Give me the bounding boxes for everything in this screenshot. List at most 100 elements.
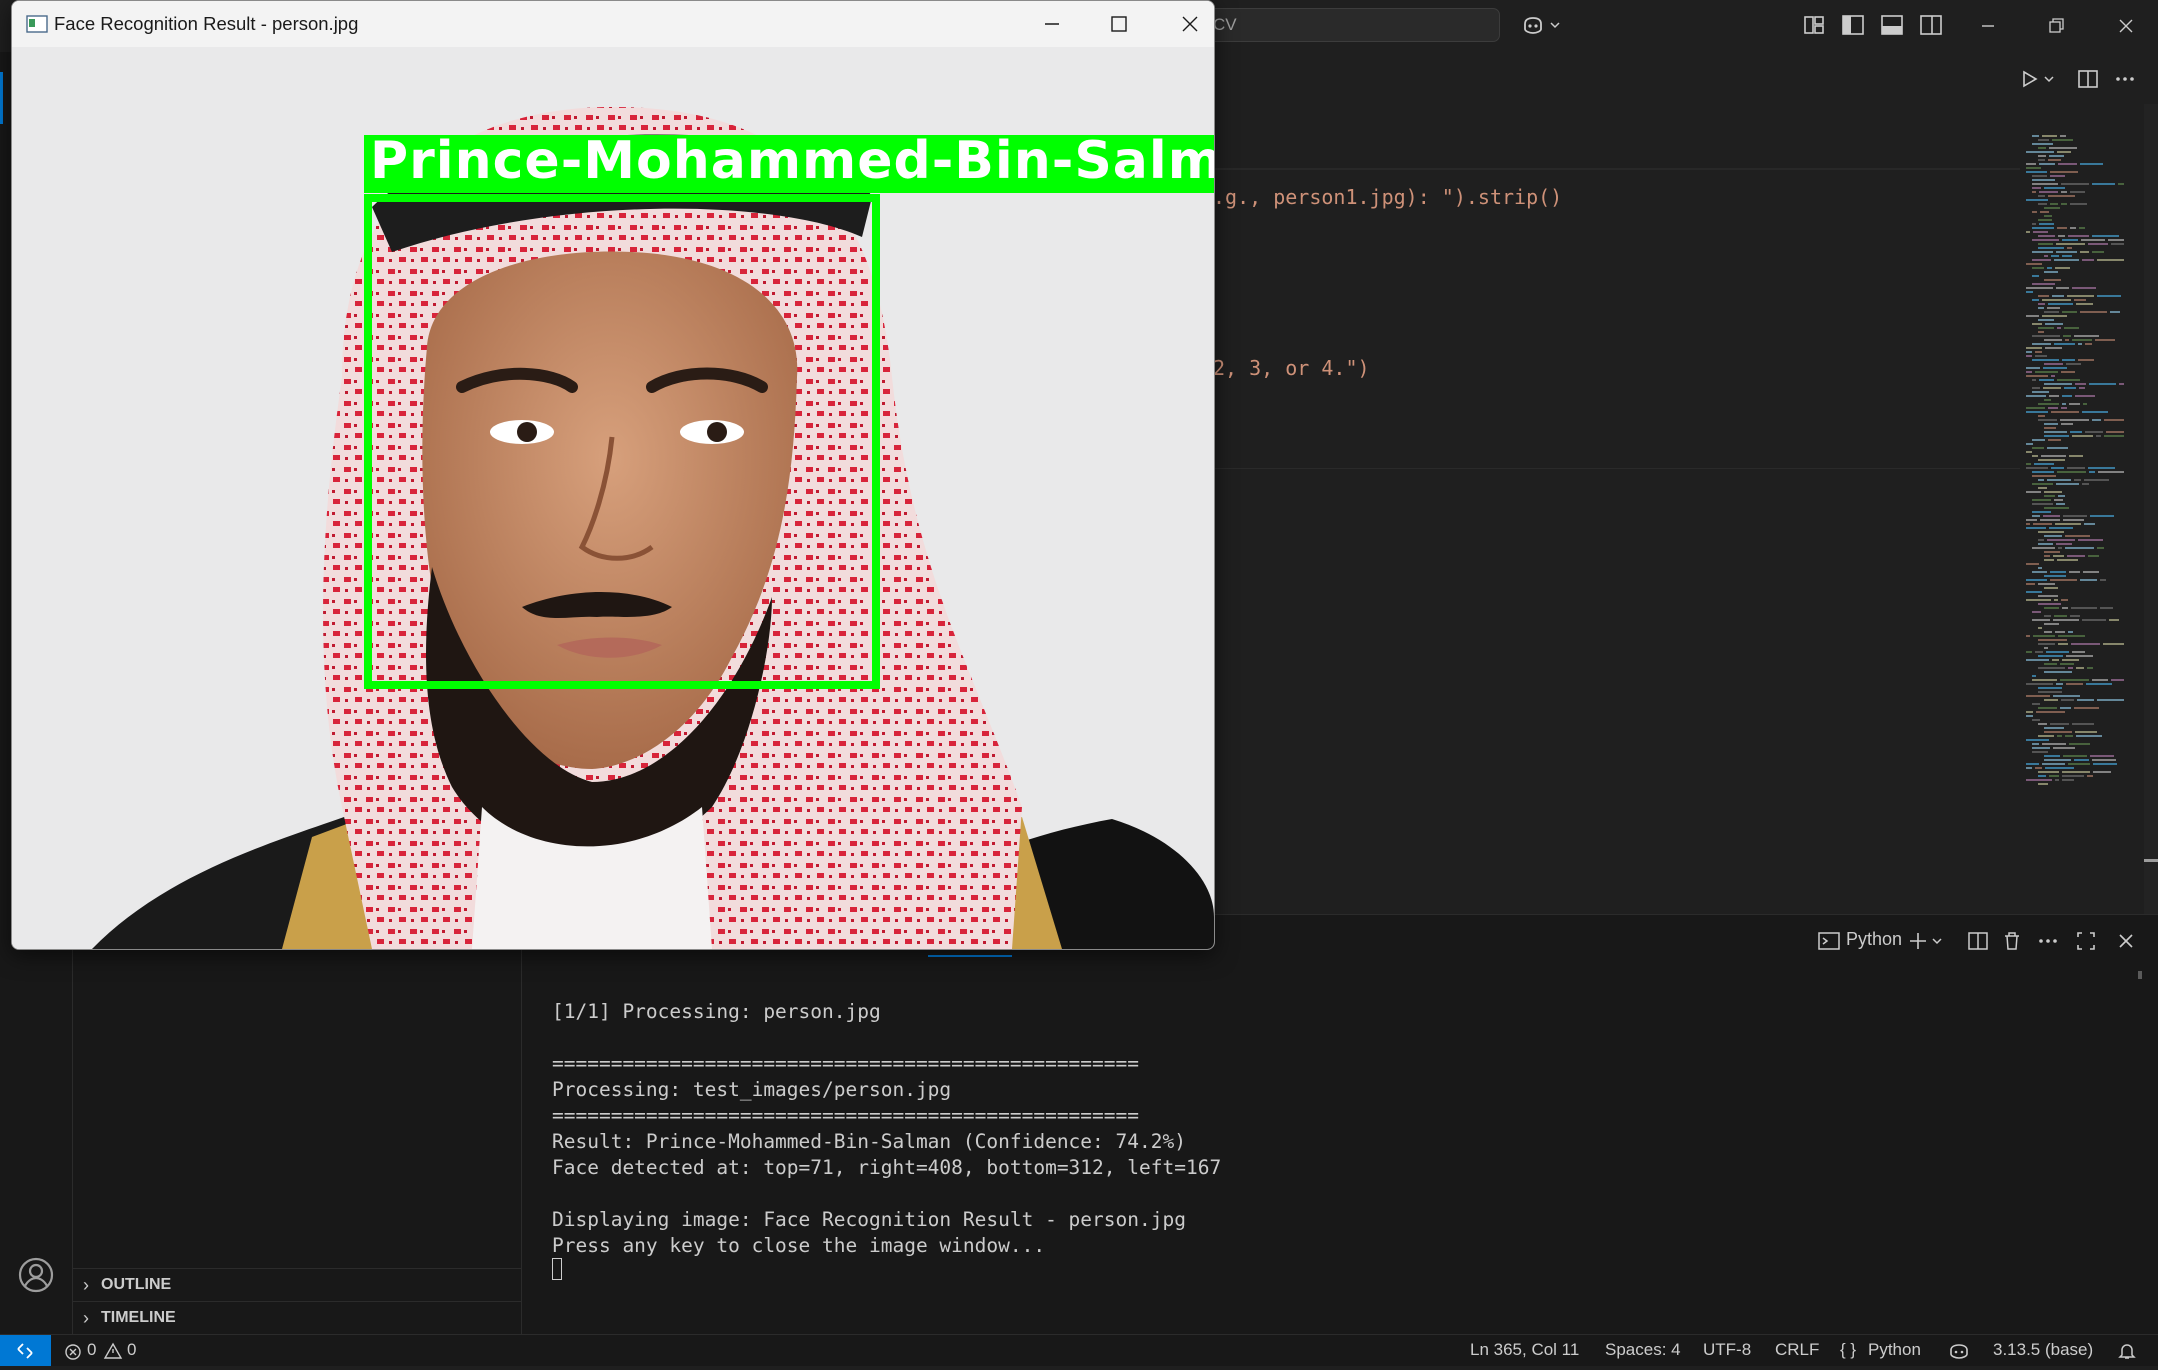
minimap-line [2032,191,2036,193]
error-count[interactable]: 0 [87,1340,96,1360]
minimap-line [2032,511,2051,513]
close-panel-icon[interactable] [2114,928,2138,954]
toggle-secondary-sidebar-icon[interactable] [1918,12,1944,38]
minimap-line [2038,531,2064,533]
terminal-scrollbar[interactable] [2138,971,2142,979]
minimap-line [2083,571,2099,573]
minimap-line [2044,383,2072,385]
split-editor-icon[interactable] [2076,67,2100,91]
remote-indicator[interactable] [0,1335,51,1366]
close-icon[interactable] [2096,10,2156,42]
minimap-line [2043,387,2061,389]
copilot-icon[interactable] [1520,12,1546,38]
minimap-line [2058,643,2068,645]
terminal-name[interactable]: Python [1846,929,1902,950]
minimap-line [2026,231,2030,233]
minimap-line [2026,375,2048,377]
editor-scrollbar[interactable] [2144,104,2158,914]
minimap-line [2032,619,2050,621]
split-terminal-icon[interactable] [1966,928,1990,954]
copilot-status-icon[interactable] [1947,1341,1971,1361]
minimap-line [2069,455,2083,457]
minimap-line [2032,259,2051,261]
encoding[interactable]: UTF-8 [1703,1340,1751,1360]
notifications-bell-icon[interactable] [2117,1341,2137,1361]
chevron-right-icon: › [83,1308,89,1328]
minimap-line [2057,559,2078,561]
minimap-line [2032,743,2039,745]
minimap-line [2061,203,2067,205]
minimap-line [2058,163,2077,165]
warning-count[interactable]: 0 [127,1340,136,1360]
chevron-right-icon: › [83,1275,89,1295]
accounts-icon[interactable] [16,1255,56,1295]
minimap-line [2093,771,2111,773]
minimap-line [2062,255,2072,257]
warning-icon[interactable] [103,1342,123,1360]
minimap[interactable] [2020,135,2130,915]
terminal-cursor [552,1258,562,1280]
minimap-line [2092,235,2119,237]
minimap-line [2071,607,2097,609]
minimap-line [2044,207,2060,209]
minimap-line [2035,371,2058,373]
minimap-line [2038,603,2061,605]
maximize-panel-icon[interactable] [2074,928,2098,954]
scrollbar-thumb[interactable] [2144,859,2158,862]
chevron-down-icon[interactable] [1549,20,1561,30]
minimap-line [2038,707,2057,709]
minimap-line [2047,479,2071,481]
end-of-line[interactable]: CRLF [1775,1340,1819,1360]
run-dropdown-icon[interactable] [2043,74,2055,84]
more-actions-icon[interactable] [2113,67,2137,91]
minimap-line [2097,699,2124,701]
minimap-line [2035,351,2042,353]
terminal-panel[interactable]: [1/1] Processing: person.jpg ===========… [522,914,2158,1335]
python-interpreter[interactable]: 3.13.5 (base) [1993,1340,2093,1360]
minimap-line [2032,275,2039,277]
remote-icon [17,1343,33,1359]
chevron-down-icon[interactable] [1931,936,1943,946]
command-center-search[interactable]: CV [1198,8,1500,42]
new-terminal-plus-icon[interactable] [1906,928,1930,954]
minimap-line [2038,295,2049,297]
error-icon[interactable] [64,1343,82,1361]
minimap-line [2104,435,2124,437]
face-recognition-window[interactable]: Face Recognition Result - person.jpg Pri… [11,0,1215,950]
minimap-line [2038,459,2065,461]
minimap-line [2106,431,2124,433]
code-editor[interactable]: .g., person1.jpg): ").strip() 2, 3, or 4… [1210,104,2020,914]
minimap-line [2052,295,2064,297]
toggle-panel-icon[interactable] [1879,12,1905,38]
minimize-icon[interactable] [1958,10,2018,42]
terminal-line: Face detected at: top=71, right=408, bot… [552,1156,1222,1179]
close-icon[interactable] [1160,9,1215,39]
restore-icon[interactable] [2026,10,2086,42]
minimap-line [2047,539,2075,541]
minimap-line [2044,435,2069,437]
indentation[interactable]: Spaces: 4 [1605,1340,1681,1360]
timeline-section-header[interactable]: › TIMELINE [73,1301,521,1334]
language-braces-icon[interactable]: { } [1840,1340,1856,1360]
toggle-primary-sidebar-icon[interactable] [1840,12,1866,38]
minimap-line [2062,659,2079,661]
language-mode[interactable]: Python [1868,1340,1921,1360]
minimap-line [2049,395,2059,397]
cv-window-titlebar[interactable]: Face Recognition Result - person.jpg [12,1,1214,47]
minimap-line [2111,243,2124,245]
minimap-line [2067,247,2072,249]
minimap-line [2044,755,2060,757]
minimap-line [2052,139,2073,141]
panel-sash[interactable] [928,955,1012,957]
trash-icon[interactable] [2000,928,2024,954]
minimap-line [2074,707,2099,709]
run-icon[interactable] [2018,68,2040,90]
minimap-line [2026,591,2042,593]
more-actions-icon[interactable] [2036,928,2060,954]
maximize-icon[interactable] [1089,9,1149,39]
code-line-string: 2, 3, or 4.") [1213,356,1370,380]
cursor-position[interactable]: Ln 365, Col 11 [1470,1340,1579,1360]
minimize-icon[interactable] [1022,9,1082,39]
customize-layout-icon[interactable] [1801,12,1827,38]
outline-section-header[interactable]: › OUTLINE [73,1268,521,1301]
